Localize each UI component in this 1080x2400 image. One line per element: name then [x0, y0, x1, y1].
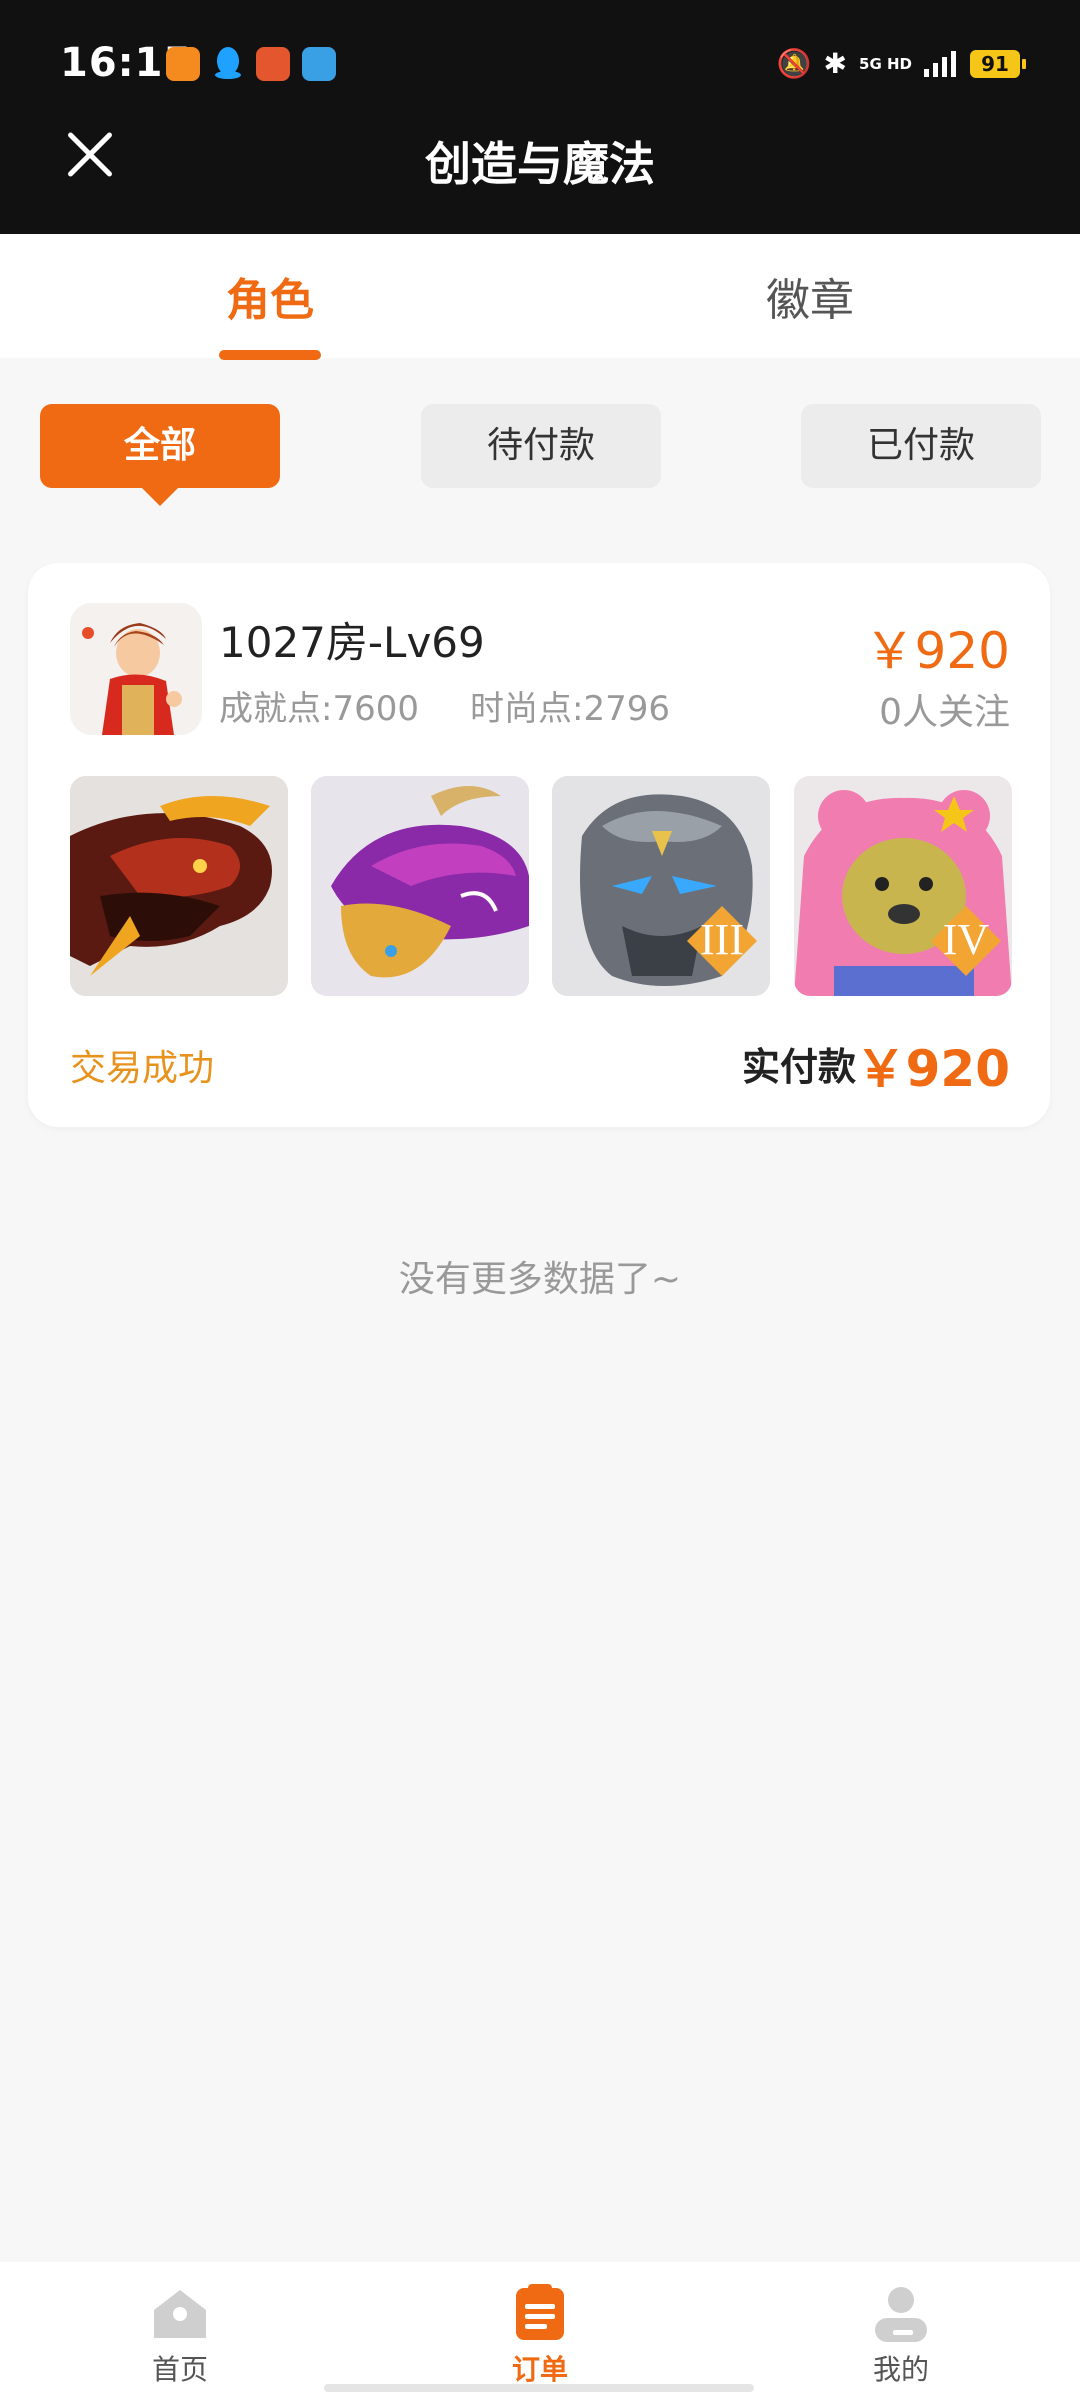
item-thumbnails: III IV	[70, 776, 1012, 996]
nav-orders-label: 订单	[511, 2353, 568, 2386]
page-title: 创造与魔法	[425, 137, 655, 191]
status-icons: 🔕 ✱ 5G HD 91	[776, 44, 1026, 84]
fashion-points: 时尚点:2796	[470, 689, 670, 729]
status-bar: 16:15 🔕 ✱ 5G HD 91	[0, 0, 1080, 130]
pink-bear-icon[interactable]: IV	[794, 776, 1012, 996]
paid-label: 实付款	[741, 1045, 856, 1089]
order-filters: 全部 待付款 已付款	[0, 404, 1080, 506]
achievement-points: 成就点:7600	[219, 689, 419, 729]
signal-icon	[924, 51, 956, 77]
order-status: 交易成功	[70, 1048, 215, 1089]
svg-text:III: III	[700, 915, 744, 964]
nav-home[interactable]: 首页	[80, 2280, 280, 2388]
order-price: ￥920	[864, 622, 1010, 680]
nav-orders[interactable]: 订单	[440, 2280, 640, 2388]
battery-icon: 91	[970, 50, 1026, 78]
home-icon	[154, 2290, 206, 2338]
character-avatar	[70, 603, 202, 735]
rock-golem-icon[interactable]: III	[552, 776, 770, 996]
gesture-bar[interactable]	[324, 2384, 754, 2392]
app-notification-icon	[166, 47, 200, 81]
bluetooth-icon: ✱	[823, 47, 848, 80]
tab-role[interactable]: 角色	[0, 264, 540, 328]
profile-icon	[875, 2287, 927, 2342]
bottom-navigation: 首页 订单 我的	[0, 2262, 1080, 2400]
mute-icon: 🔕	[776, 47, 812, 80]
nav-profile[interactable]: 我的	[801, 2280, 1001, 2388]
filter-paid-button[interactable]: 已付款	[801, 404, 1041, 488]
order-card[interactable]: 1027房-Lv69 成就点:7600 时尚点:2796 ￥920 0人关注 I…	[28, 563, 1050, 1127]
mail-notification-icon	[256, 47, 290, 81]
end-of-list-note: 没有更多数据了~	[398, 1259, 682, 1300]
dragon-mount-icon[interactable]	[70, 776, 288, 996]
filter-pending-button[interactable]: 待付款	[421, 404, 661, 488]
room-level: 1027房-Lv69	[219, 618, 485, 667]
paid-amount: ￥920	[855, 1040, 1010, 1098]
message-notification-icon	[302, 47, 336, 81]
tab-bar: 角色 徽章	[0, 234, 1080, 360]
svg-text:IV: IV	[943, 915, 990, 964]
character-avatar-icon	[70, 603, 202, 735]
whale-mount-icon[interactable]	[311, 776, 529, 996]
orders-icon	[516, 2284, 564, 2340]
top-bar: 16:15 🔕 ✱ 5G HD 91 创造与魔法	[0, 0, 1080, 234]
network-indicator: 5G HD	[859, 54, 912, 73]
filter-all-button[interactable]: 全部	[40, 404, 280, 506]
nav-profile-label: 我的	[872, 2353, 929, 2386]
active-tab-indicator	[219, 350, 321, 360]
followers-count: 0人关注	[879, 692, 1010, 733]
tab-badge[interactable]: 徽章	[540, 264, 1080, 328]
qq-notification-icon	[215, 47, 241, 79]
nav-home-label: 首页	[151, 2353, 208, 2386]
